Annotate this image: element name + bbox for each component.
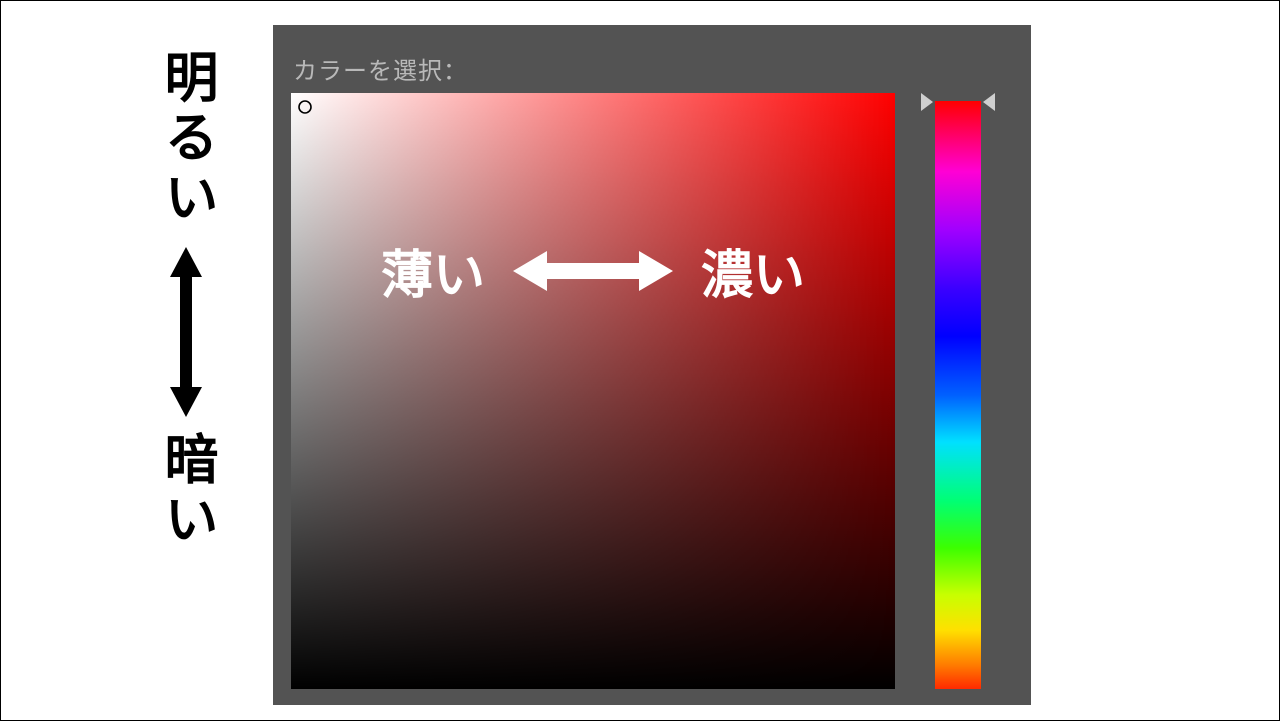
diagram-frame: 明るい 暗い カラーを選択： 薄い 濃い xyxy=(0,0,1280,721)
axis-label-dark: 暗い xyxy=(159,431,213,551)
vertical-axis: 明るい 暗い xyxy=(156,49,216,551)
hue-indicator-left-icon xyxy=(921,93,933,111)
picker-cursor-icon xyxy=(297,99,313,115)
axis-label-bright: 明るい xyxy=(159,49,213,229)
color-picker-panel: カラーを選択： 薄い 濃い xyxy=(273,25,1031,705)
hue-indicator-right-icon xyxy=(983,93,995,111)
vertical-double-arrow-icon xyxy=(166,247,206,417)
saturation-brightness-field[interactable] xyxy=(291,93,895,689)
hue-slider[interactable] xyxy=(935,101,981,689)
picker-title: カラーを選択： xyxy=(293,51,468,86)
